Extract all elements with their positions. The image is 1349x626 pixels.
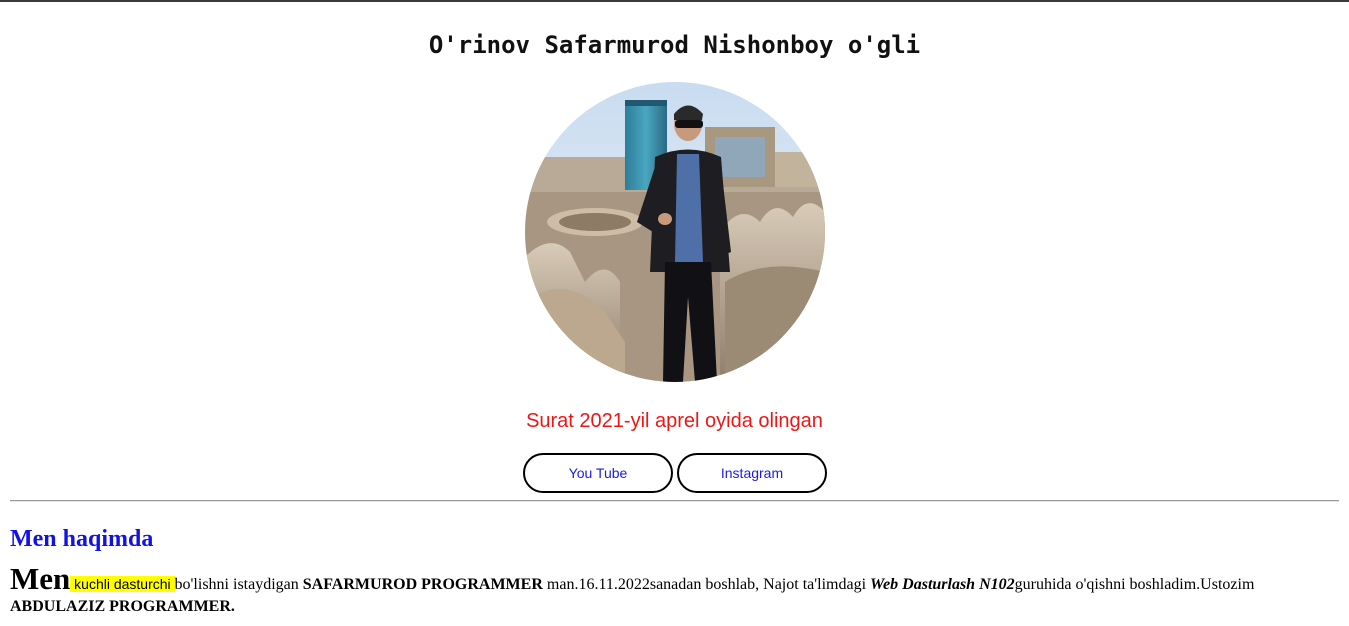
about-teacher-bold: ABDULAZIZ PROGRAMMER. — [10, 598, 235, 615]
page-title: O'rinov Safarmurod Nishonboy o'gli — [428, 31, 921, 59]
about-heading: Men haqimda — [10, 526, 154, 552]
about-course-bold-italic: Web Dasturlash N102 — [870, 576, 1015, 593]
horizontal-divider — [10, 500, 1339, 502]
youtube-button[interactable]: You Tube — [523, 453, 673, 493]
profile-photo — [525, 82, 825, 382]
instagram-button[interactable]: Instagram — [677, 453, 827, 493]
about-paragraph: Men kuchli dasturchi bo'lishni istaydiga… — [10, 563, 1330, 618]
photo-caption: Surat 2021-yil aprel oyida olingan — [526, 410, 823, 432]
about-text-part-3: guruhida o'qishni boshladim.Ustozim — [1014, 576, 1255, 593]
about-big-word: Men — [10, 561, 71, 596]
top-border — [0, 0, 1349, 2]
about-text-part-1: bo'lishni istaydigan — [174, 576, 303, 593]
about-text-part-2: man.16.11.2022sanadan boshlab, Najot ta'… — [542, 576, 871, 593]
about-highlight: kuchli dasturchi — [70, 576, 175, 592]
about-name-bold: SAFARMUROD PROGRAMMER — [302, 576, 543, 593]
